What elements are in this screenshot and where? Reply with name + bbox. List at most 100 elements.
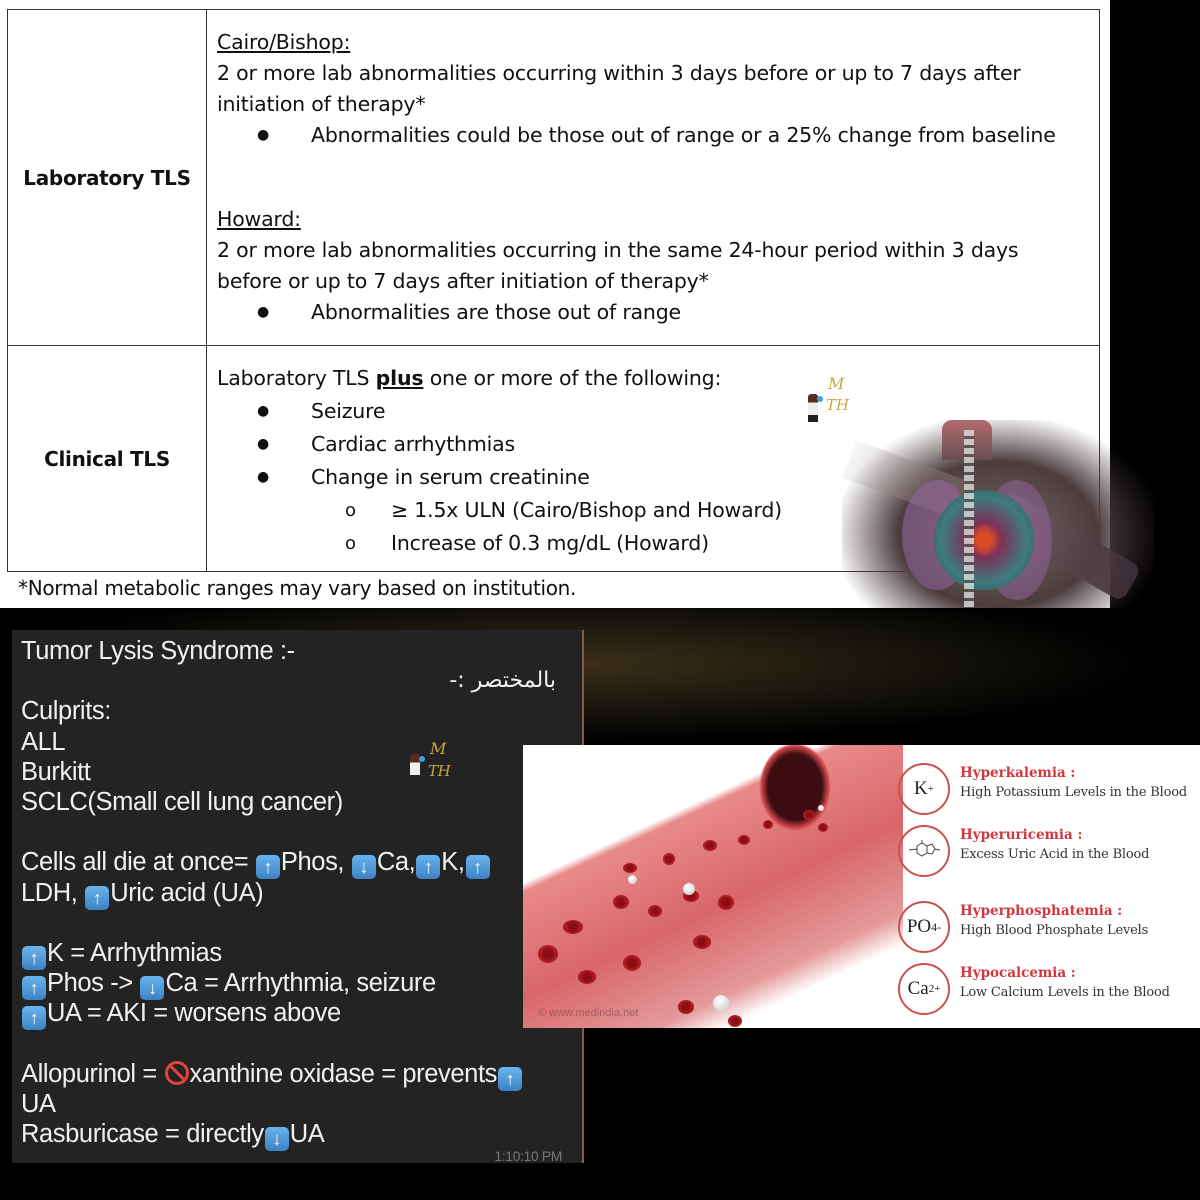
culprit-item: Burkitt xyxy=(21,757,91,786)
allopurinol-line: Allopurinol = xanthine oxidase = prevent… xyxy=(21,1059,582,1091)
red-blood-cell xyxy=(623,955,641,971)
red-blood-cell xyxy=(693,935,711,949)
culprit-item: SCLC(Small cell lung cancer) xyxy=(21,787,343,816)
clinical-block: Laboratory TLS plus one or more of the f… xyxy=(217,362,782,560)
down-arrow-icon: ↓ xyxy=(140,976,165,1001)
molecule-structure-icon xyxy=(908,840,941,857)
up-arrow-icon: ↑ xyxy=(85,885,110,910)
cells-line-1: Cells all die at once= ↑ Phos, ↓ Ca, ↑ K, ↑ xyxy=(21,847,582,880)
phosphate-charge: 4- xyxy=(931,919,942,934)
footnote: *Normal metabolic ranges may vary based … xyxy=(18,576,577,600)
watermark-text-th: TH xyxy=(826,396,850,414)
cells-text: Cells all die at once= xyxy=(21,848,255,877)
legend-title: Hyperphosphatemia : xyxy=(960,903,1123,919)
effect-text: Ca = Arrhythmia, seizure xyxy=(165,969,436,998)
up-arrow-icon: ↑ xyxy=(22,945,46,970)
howard-block: Howard: 2 or more lab abnormalities occu… xyxy=(217,204,1019,328)
note-arabic-summary: بالمختصر :- xyxy=(449,668,556,694)
red-blood-cell xyxy=(718,895,734,910)
up-arrow-icon: ↑ xyxy=(498,1066,522,1091)
red-blood-cell xyxy=(648,905,662,917)
legend-title: Hyperkalemia : xyxy=(960,765,1076,781)
cells-k: K, xyxy=(441,848,465,877)
clinical-intro-post: one or more of the following: xyxy=(423,366,722,390)
effect-line-ua: ↑ UA = AKI = worsens above xyxy=(21,998,582,1031)
allopurinol-text: Allopurinol = xyxy=(21,1059,164,1088)
up-arrow-icon: ↑ xyxy=(255,855,280,880)
effect-text: UA = AKI = worsens above xyxy=(47,999,341,1028)
image-credit: © www.medindia.net xyxy=(538,1007,639,1019)
effect-line-k: ↑ K = Arrhythmias xyxy=(21,938,582,970)
cells-line-2: LDH, ↑ Uric acid (UA) xyxy=(21,878,582,910)
clinical-intro: Laboratory TLS plus one or more of the f… xyxy=(217,362,782,395)
watermark-logo-icon: M TH xyxy=(808,374,854,424)
red-blood-cell xyxy=(613,895,629,909)
down-arrow-icon: ↓ xyxy=(264,1127,289,1151)
rasburicase-text: UA xyxy=(289,1120,325,1148)
cairo-bishop-bullet: Abnormalities could be those out of rang… xyxy=(217,120,1056,151)
potassium-charge: + xyxy=(927,783,934,795)
prohibited-icon xyxy=(164,1060,189,1085)
howard-line1: 2 or more lab abnormalities occurring in… xyxy=(217,238,1019,262)
red-blood-cell xyxy=(538,945,558,963)
lung-cancer-torso-image xyxy=(842,420,1154,628)
cells-ldh: LDH, xyxy=(21,878,85,907)
red-blood-cell xyxy=(563,920,583,934)
clinical-tls-header: Clinical TLS xyxy=(8,346,207,571)
red-blood-cell xyxy=(678,1000,694,1014)
watermark-figure-icon xyxy=(808,394,823,422)
red-blood-cell xyxy=(663,853,675,865)
electrolyte-infographic: © www.medindia.net K + Hyperkalemia : Hig… xyxy=(523,745,1200,1028)
white-blood-cell xyxy=(683,883,695,895)
cells-phos: Phos, xyxy=(280,848,351,877)
uric-acid-molecule-icon xyxy=(898,825,950,877)
laboratory-tls-header: Laboratory TLS xyxy=(8,10,207,345)
bottom-black-bar xyxy=(0,1163,1200,1200)
effect-text: Phos -> xyxy=(47,969,140,998)
cells-uric-acid: Uric acid (UA) xyxy=(110,878,264,907)
cairo-bishop-title: Cairo/Bishop: xyxy=(217,30,351,54)
legend-desc: High Potassium Levels in the Blood xyxy=(960,785,1187,800)
clinical-intro-pre: Laboratory TLS xyxy=(217,366,376,390)
table-row-laboratory-tls: Laboratory TLS Cairo/Bishop: 2 or more l… xyxy=(8,10,1099,346)
cairo-bishop-block: Cairo/Bishop: 2 or more lab abnormalitie… xyxy=(217,27,1056,151)
culprits-label: Culprits: xyxy=(21,697,111,726)
legend-item-hypocalcemia: Ca 2+ Hypocalcemia : Low Calcium Levels i… xyxy=(898,963,1198,1023)
potassium-symbol: K xyxy=(914,778,928,799)
watermark-text-m: M xyxy=(828,374,845,393)
calcium-charge: 2+ xyxy=(928,983,941,995)
legend-title: Hypocalcemia : xyxy=(960,965,1076,981)
legend-title: Hyperuricemia : xyxy=(960,827,1083,843)
red-blood-cell xyxy=(763,820,773,829)
culprit-item: ALL xyxy=(21,727,66,756)
red-blood-cell xyxy=(728,1015,742,1027)
clinical-intro-plus: plus xyxy=(375,366,424,390)
blood-vessel-image: © www.medindia.net xyxy=(523,745,903,1028)
phosphate-icon: PO 4- xyxy=(898,901,950,953)
white-blood-cell xyxy=(818,805,824,811)
cairo-bishop-line2: initiation of therapy* xyxy=(217,92,426,116)
watermark-text-th: TH xyxy=(428,762,451,780)
chat-note-panel: Tumor Lysis Syndrome :- بالمختصر :- Culp… xyxy=(12,630,584,1164)
white-blood-cell xyxy=(713,995,729,1011)
up-arrow-icon: ↑ xyxy=(465,855,490,880)
howard-bullet: Abnormalities are those out of range xyxy=(217,297,1018,328)
down-arrow-icon: ↓ xyxy=(351,855,376,880)
howard-line2: before or up to 7 days after initiation … xyxy=(217,269,709,293)
clinical-bullet: Seizure xyxy=(217,395,782,428)
red-blood-cell xyxy=(703,840,717,851)
watermark-logo-icon: M TH xyxy=(410,734,456,784)
red-blood-cell xyxy=(578,970,596,984)
howard-title: Howard: xyxy=(217,207,301,231)
up-arrow-icon: ↑ xyxy=(416,855,441,880)
cells-ca: Ca, xyxy=(376,848,416,877)
red-blood-cell xyxy=(623,863,637,873)
tumor-magnifier xyxy=(934,490,1034,590)
legend-item-hyperuricemia: Hyperuricemia : Excess Uric Acid in the … xyxy=(898,825,1198,885)
up-arrow-icon: ↑ xyxy=(22,976,46,1001)
clinical-sub-bullet: Increase of 0.3 mg/dL (Howard) xyxy=(217,527,782,560)
torso-spine xyxy=(964,430,974,628)
clinical-bullet: Change in serum creatinine xyxy=(217,461,782,494)
phosphate-symbol: PO xyxy=(906,916,932,937)
effect-line-phos: ↑ Phos -> ↓ Ca = Arrhythmia, seizure xyxy=(21,968,582,1001)
